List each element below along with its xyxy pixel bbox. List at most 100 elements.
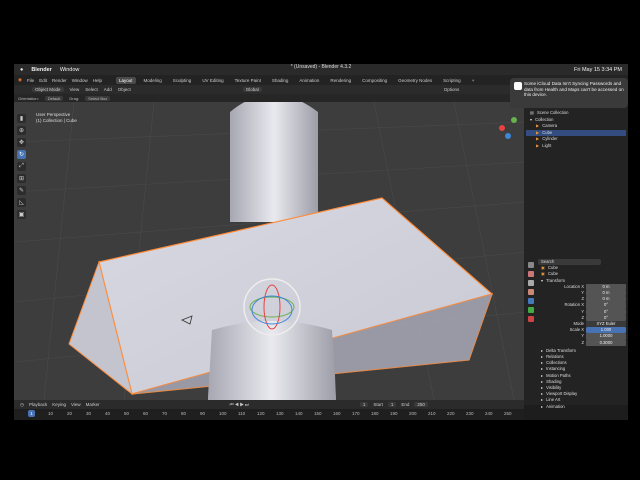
scale-z-label: Z [581,339,584,345]
tab-scripting[interactable]: Scripting [440,77,464,84]
cylinder-upper[interactable] [230,102,318,222]
output-tab-icon[interactable] [528,280,534,286]
object-tab-icon[interactable] [528,289,534,295]
tab-shading[interactable]: Shading [269,77,292,84]
current-frame-indicator[interactable]: 1 [28,410,35,417]
notification-text: Some iCloud Data Isn't Syncing Passwords… [524,81,624,98]
cursor-tool-icon[interactable]: ⊕ [17,126,26,135]
tab-sculpting[interactable]: Sculpting [170,77,195,84]
blender-logo-icon[interactable]: ◉ [18,77,22,83]
timeline-tick-label: 20 [67,411,73,416]
timeline-tick-label: 240 [485,411,493,416]
annotate-tool-icon[interactable]: ✎ [17,186,26,195]
end-frame-field[interactable]: 250 [414,402,428,407]
select-tool-icon[interactable]: ▮ [17,114,26,123]
menu-help[interactable]: Help [93,78,102,83]
tab-layout[interactable]: Layout [116,76,136,84]
timeline-tick-label: 170 [352,411,360,416]
timeline-tick-label: 60 [143,411,149,416]
menu-view[interactable]: View [70,87,80,92]
transform-tool-icon[interactable]: ⊞ [17,174,26,183]
rotation-x-field[interactable]: 0° [586,302,626,309]
timeline-header: ◷ Playback Keying View Marker ⏮◀▶⏭ 1 Sta… [14,400,524,409]
rotate-tool-icon[interactable]: ↻ [17,150,26,159]
measure-tool-icon[interactable]: ◺ [17,198,26,207]
options-button[interactable]: Options [444,87,460,92]
material-tab-icon[interactable] [528,316,534,322]
menu-file[interactable]: File [27,78,34,83]
modifier-tab-icon[interactable] [528,298,534,304]
timeline-tick-label: 80 [181,411,187,416]
menubar-window[interactable]: Window [60,67,80,73]
tool-settings-bar: Orientation: Default Drag: Select Box [14,94,524,102]
settings-app-icon [514,82,522,90]
timeline-tick-label: 230 [466,411,474,416]
end-label: End [401,402,410,407]
viewport-header: Object Mode View Select Add Object Globa… [14,85,524,94]
tab-modeling[interactable]: Modeling [141,77,165,84]
mode-select[interactable]: Object Mode [32,87,64,92]
tab-uv-editing[interactable]: UV Editing [199,77,226,84]
menu-playback[interactable]: Playback [29,402,47,407]
menubar-app-name[interactable]: Blender [31,67,51,73]
macos-menubar: ● Blender Window Fri May 15 3:34 PM [14,64,628,75]
tab-compositing[interactable]: Compositing [359,77,390,84]
menubar-clock[interactable]: Fri May 15 3:34 PM [574,67,628,73]
tool-shelf: ▮ ⊕ ✥ ↻ ⤢ ⊞ ✎ ◺ ▣ [17,114,28,222]
transform-orientation-select[interactable]: Global [242,87,262,92]
outliner-item-light[interactable]: ▶ Light [526,143,626,150]
menu-add[interactable]: Add [104,87,112,92]
3d-viewport[interactable] [14,102,526,400]
start-frame-field[interactable]: 1 [387,402,397,407]
timeline-ruler[interactable]: 1 10 20 30 40 50 60 70 80 90 100 110 120 130 140 150 16… [14,409,524,420]
orientation-label: Orientation: [18,95,39,101]
add-cube-tool-icon[interactable]: ▣ [17,210,26,219]
render-tab-icon[interactable] [528,271,534,277]
chevron-right-icon: ▸ [541,403,544,409]
menu-select[interactable]: Select [85,87,98,92]
menu-render[interactable]: Render [52,78,67,83]
tab-texture-paint[interactable]: Texture Paint [232,77,264,84]
tab-geometry-nodes[interactable]: Geometry Nodes [395,77,435,84]
timeline-tick-label: 40 [105,411,111,416]
move-tool-icon[interactable]: ✥ [17,138,26,147]
timeline-tick-label: 100 [219,411,227,416]
tab-animation[interactable]: Animation [296,77,322,84]
timeline-editor-icon[interactable]: ◷ [20,402,24,408]
timeline-tick-label: 10 [48,411,54,416]
add-workspace-button[interactable]: + [469,77,478,84]
scale-tool-icon[interactable]: ⤢ [17,162,26,171]
timeline-tick-label: 150 [314,411,322,416]
viewport-collection-label: (1) Collection | Cube [36,118,77,123]
menu-edit[interactable]: Edit [39,78,47,83]
scale-y-field[interactable]: 1.0000 [586,333,626,340]
drag-select[interactable]: Select Box [85,95,111,101]
physics-tab-icon[interactable] [528,307,534,313]
cylinder-lower-front [208,321,336,400]
orientation-select[interactable]: Default [44,95,64,101]
menu-object[interactable]: Object [118,87,131,92]
menu-keying[interactable]: Keying [52,402,66,407]
icloud-notification[interactable]: Some iCloud Data Isn't Syncing Passwords… [510,78,628,108]
menu-view[interactable]: View [71,402,81,407]
scale-z-field[interactable]: 0.3000 [586,339,626,346]
apple-icon[interactable]: ● [20,67,23,73]
current-frame-field[interactable]: 1 [359,402,369,407]
chevron-down-icon[interactable]: ▾ [530,117,532,124]
outliner: ▤ Scene Collection ▾ Collection ▶ Camera ▶ C… [526,110,626,149]
timeline-tick-label: 220 [447,411,455,416]
panel-animation[interactable]: ▸ Animation [538,404,626,410]
menu-marker[interactable]: Marker [86,402,100,407]
timeline-tick-label: 190 [390,411,398,416]
tab-rendering[interactable]: Rendering [327,77,354,84]
tool-tab-icon[interactable] [528,262,534,268]
menu-window[interactable]: Window [72,78,88,83]
navigation-gizmo[interactable] [499,117,517,139]
timeline-tick-label: 90 [200,411,206,416]
timeline-tick-label: 50 [124,411,130,416]
drag-label: Drag: [69,95,80,101]
playback-controls[interactable]: ⏮◀▶⏭ [230,402,250,407]
viewport-scene [14,102,526,400]
rotation-y-field[interactable]: 0° [586,308,626,315]
timeline-tick-label: 200 [409,411,417,416]
